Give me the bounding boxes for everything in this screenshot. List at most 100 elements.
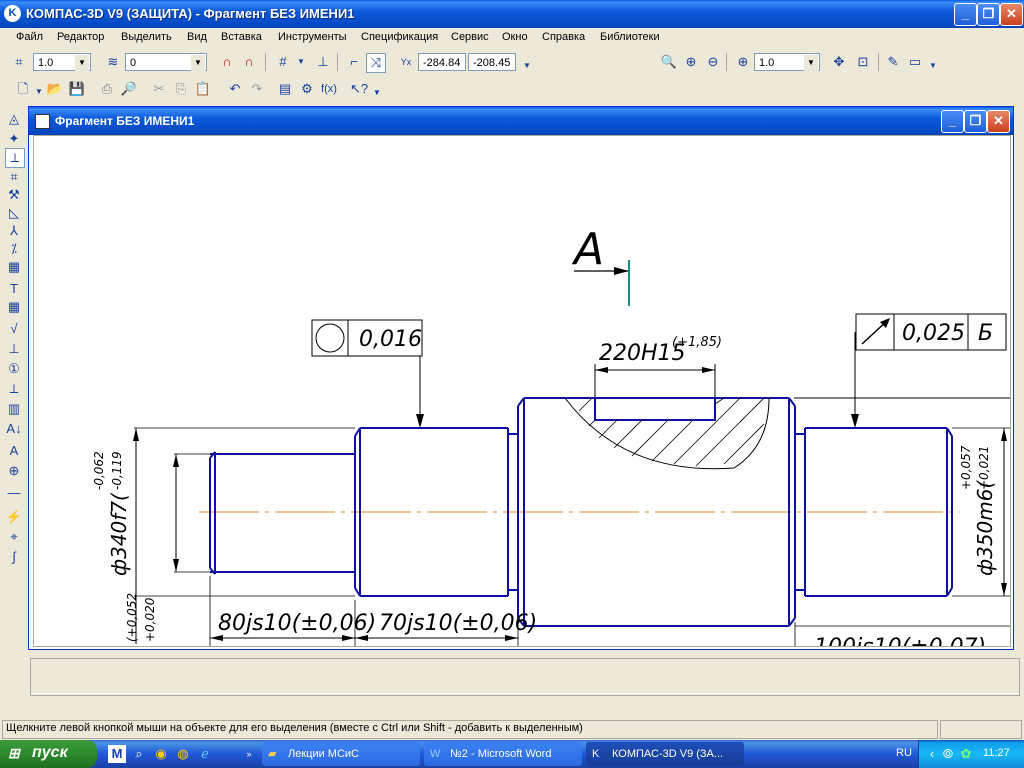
roughness-icon[interactable]: √ — [5, 320, 23, 338]
snap-icon[interactable]: ⤨ — [366, 53, 386, 73]
magnet-settings-icon[interactable]: ∩ — [240, 53, 258, 71]
quick-launch-more-icon[interactable]: » — [240, 745, 258, 763]
leader-icon[interactable]: ① — [5, 360, 23, 378]
menu-insert[interactable]: Вставка — [221, 31, 262, 43]
menu-tools[interactable]: Инструменты — [278, 31, 347, 43]
cut-line-icon[interactable]: A — [5, 442, 23, 460]
menu-select[interactable]: Выделить — [121, 31, 172, 43]
print-icon[interactable]: ⎙ — [98, 80, 116, 98]
close-button[interactable]: ✕ — [1000, 3, 1023, 26]
manager-icon[interactable]: ▤ — [276, 80, 294, 98]
zoom-window-icon[interactable]: 🔍 — [660, 53, 678, 71]
browser-icon[interactable]: ℯ — [196, 745, 214, 763]
text-icon[interactable]: T — [5, 280, 23, 298]
clock[interactable]: 11:27 — [983, 747, 1010, 759]
save-icon[interactable]: 💾 — [68, 80, 86, 98]
datum-icon[interactable]: ⊥ — [5, 340, 23, 358]
variables-icon[interactable]: f(x) — [320, 80, 338, 98]
media-player-icon[interactable]: ◉ — [152, 745, 170, 763]
document-minimize-button[interactable]: _ — [941, 110, 964, 133]
chevron-down-icon[interactable]: ▼ — [518, 57, 536, 75]
antivirus-icon[interactable]: ✿ — [957, 745, 975, 763]
coord-x-field[interactable]: -284.84 — [418, 53, 466, 71]
undo-icon[interactable]: ↶ — [226, 80, 244, 98]
menu-view[interactable]: Вид — [187, 31, 207, 43]
menu-edit[interactable]: Редактор — [57, 31, 104, 43]
help-pointer-icon[interactable]: ↖? — [350, 80, 368, 98]
language-indicator[interactable]: RU — [896, 747, 912, 759]
task-kompas[interactable]: K КОМПАС-3D V9 (ЗА... — [586, 742, 744, 766]
scale-field[interactable]: 1.0 ▼ — [33, 53, 91, 71]
search-icon[interactable]: ⌕ — [130, 745, 148, 763]
redo-icon[interactable]: ↷ — [248, 80, 266, 98]
start-button[interactable]: ⊞ пуск — [0, 740, 97, 768]
chevron-down-icon[interactable]: ▼ — [292, 53, 310, 71]
menu-file[interactable]: Файл — [16, 31, 43, 43]
chevron-down-icon[interactable]: ▼ — [368, 84, 386, 102]
minimize-button[interactable]: _ — [954, 3, 977, 26]
select-icon[interactable]: ⅄ — [5, 222, 23, 240]
measure-icon[interactable]: ◺ — [5, 204, 23, 222]
menu-service[interactable]: Сервис — [451, 31, 489, 43]
drawing-canvas[interactable]: А 0,016 0,025 Б 220H15 (+1,85) ф340f7(-… — [33, 135, 1011, 647]
coord-y-field[interactable]: -208.45 — [468, 53, 516, 71]
magnet-icon[interactable]: ∩ — [218, 53, 236, 71]
task-lectures[interactable]: ▰ Лекции МСиС — [262, 742, 420, 766]
kompas-logo-icon[interactable]: K — [4, 5, 21, 22]
layers-icon[interactable]: ≋ — [104, 53, 122, 71]
scale-icon[interactable]: ⌗ — [10, 53, 28, 71]
print-preview-icon[interactable]: 🔎 — [120, 80, 138, 98]
geometry-icon[interactable]: ◬ — [5, 110, 23, 128]
word-icon: W — [430, 748, 441, 760]
spec-icon[interactable]: ⁒ — [5, 240, 23, 258]
dimensions-icon[interactable]: ⟂ — [5, 148, 25, 168]
document-icon[interactable] — [35, 114, 50, 129]
chevron-down-icon[interactable]: ▼ — [804, 55, 818, 71]
menu-specification[interactable]: Спецификация — [361, 31, 438, 43]
property-panel — [30, 658, 1020, 696]
document-maximize-button[interactable]: ❐ — [964, 110, 987, 133]
display-mode-icon[interactable]: ▭ — [906, 53, 924, 71]
zoom-in-icon[interactable]: ⊕ — [682, 53, 700, 71]
document-close-button[interactable]: ✕ — [987, 110, 1010, 133]
view-icon[interactable]: ⊕ — [5, 462, 23, 480]
chevron-down-icon[interactable]: ▼ — [75, 55, 89, 71]
mailru-agent-icon[interactable]: M — [108, 745, 126, 763]
zoom-scale-icon[interactable]: ⊕ — [734, 53, 752, 71]
center-mark-icon[interactable]: ⌖ — [5, 528, 23, 546]
cut-icon[interactable]: ✂ — [150, 80, 168, 98]
local-cs-icon[interactable]: ⊥ — [314, 53, 332, 71]
show-all-icon[interactable]: ⊡ — [854, 53, 872, 71]
pan-icon[interactable]: ✥ — [830, 53, 848, 71]
open-folder-icon[interactable]: 📂 — [46, 80, 64, 98]
menu-window[interactable]: Окно — [502, 31, 528, 43]
task-word[interactable]: W №2 - Microsoft Word — [424, 742, 582, 766]
menu-libraries[interactable]: Библиотеки — [600, 31, 660, 43]
layer-field[interactable]: 0 ▼ — [125, 53, 207, 71]
arrow-direction-icon[interactable]: A↓ — [5, 420, 23, 438]
symbols-icon[interactable]: ⌗ — [5, 168, 23, 186]
table-icon[interactable]: ▦ — [5, 298, 23, 316]
report-icon[interactable]: ▦ — [5, 258, 23, 276]
refresh-icon[interactable]: ✎ — [884, 53, 902, 71]
library-icon[interactable]: ⚙ — [298, 80, 316, 98]
menu-help[interactable]: Справка — [542, 31, 585, 43]
ortho-icon[interactable]: ⌐ — [345, 53, 363, 71]
paste-icon[interactable]: 📋 — [194, 80, 212, 98]
maximize-button[interactable]: ❐ — [977, 3, 1000, 26]
network-icon[interactable]: ⦾ — [939, 745, 957, 763]
edit-icon[interactable]: ✦ — [5, 130, 23, 148]
chevron-down-icon[interactable]: ▼ — [191, 55, 205, 71]
zoom-out-icon[interactable]: ⊖ — [704, 53, 722, 71]
copy-icon[interactable]: ⎘ — [172, 80, 190, 98]
break-line-icon[interactable]: ⚡ — [5, 508, 23, 526]
zoom-field[interactable]: 1.0 ▼ — [754, 53, 820, 71]
axis-line-icon[interactable]: — — [5, 484, 23, 502]
tolerance-frame-icon[interactable]: ▥ — [5, 400, 23, 418]
messenger-icon[interactable]: ◍ — [174, 745, 192, 763]
grid-icon[interactable]: # — [274, 53, 292, 71]
form-tolerance-icon[interactable]: ⟂ — [5, 380, 23, 398]
parametrization-icon[interactable]: ⚒ — [5, 186, 23, 204]
wave-line-icon[interactable]: ∫ — [5, 548, 23, 566]
chevron-down-icon[interactable]: ▼ — [924, 57, 942, 75]
